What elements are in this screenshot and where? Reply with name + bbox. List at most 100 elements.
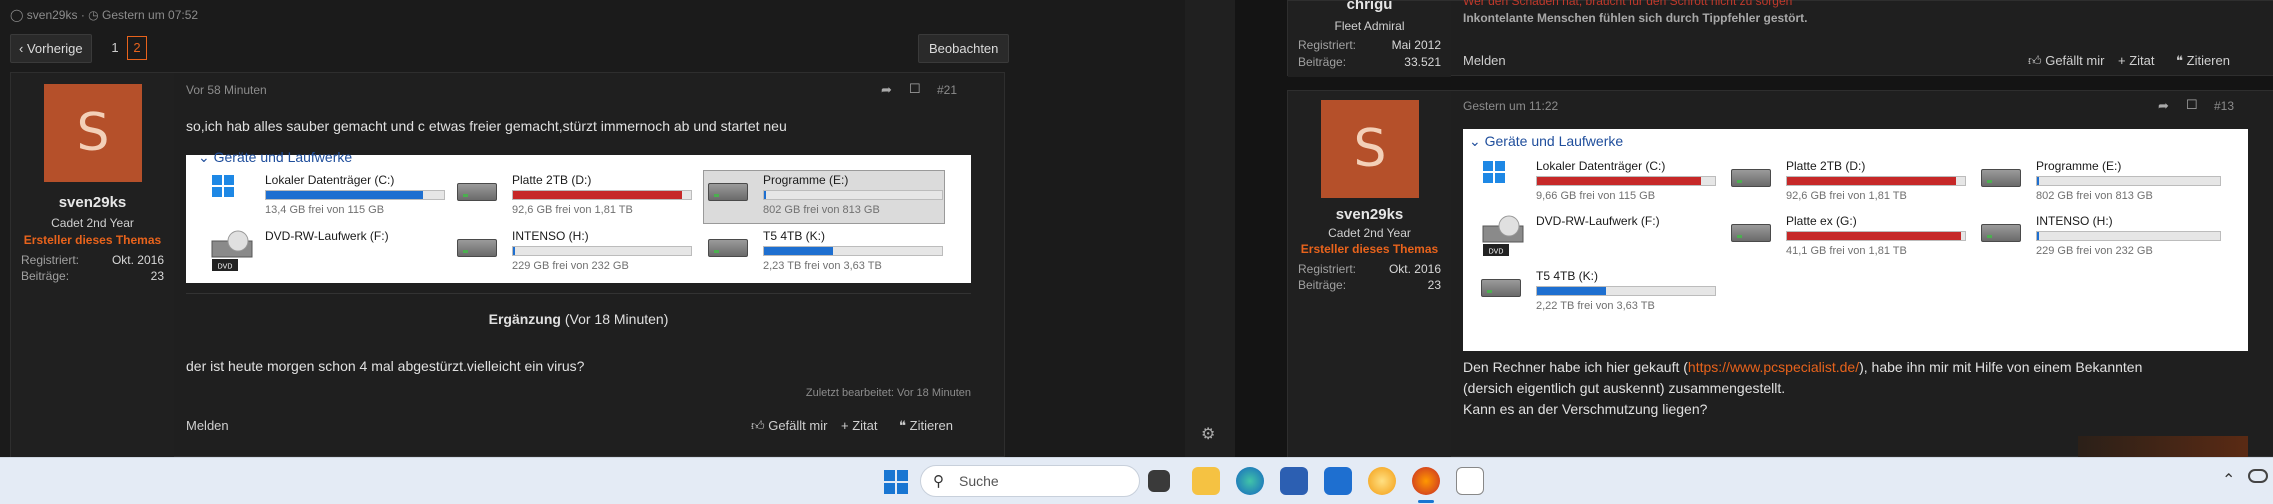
dvd-drive-icon: DVD [1482, 215, 1524, 256]
drive-k[interactable]: T5 4TB (K:) 2,22 TB frei von 3,63 TB [1481, 269, 1716, 313]
hard-drive-icon [1981, 169, 2021, 187]
avatar[interactable]: S [44, 84, 142, 182]
post-text-line-2: (dersich eigentlich gut auskennt) zusamm… [1463, 380, 1786, 396]
plus-icon: + [2118, 53, 2126, 68]
drive-d[interactable]: Platte 2TB (D:) 92,6 GB frei von 1,81 TB [457, 173, 697, 217]
drives-screenshot: ⌄ Geräte und Laufwerke Lokaler Datenträg… [186, 149, 971, 283]
pcspecialist-link[interactable]: https://www.pcspecialist.de/ [1688, 359, 1859, 375]
firefox-icon[interactable] [1412, 467, 1440, 495]
username[interactable]: sven29ks [1288, 206, 1451, 223]
share-icon[interactable]: ➦ [2158, 98, 2169, 114]
posts-stat: Beiträge: 23 [1298, 278, 1441, 292]
cloud-icon[interactable] [2248, 469, 2268, 483]
chevron-left-icon: ‹ [19, 41, 24, 56]
task-view-icon[interactable] [1148, 470, 1170, 492]
drives-header: ⌄ Geräte und Laufwerke [198, 149, 353, 165]
drive-k-usage-bar [764, 247, 834, 255]
drive-f[interactable]: DVD DVD-RW-Laufwerk (F:) [210, 229, 440, 273]
supplement-heading: Ergänzung (Vor 18 Minuten) [488, 311, 669, 327]
like-button-top[interactable]: 👍︎ Gefällt mir [2028, 53, 2104, 69]
like-button[interactable]: 👍︎ Gefällt mir [751, 418, 827, 434]
edge-browser-icon[interactable] [1236, 467, 1264, 495]
microsoft-store-icon[interactable] [1280, 467, 1308, 495]
file-explorer-icon[interactable] [1192, 467, 1220, 495]
share-icon[interactable]: ➦ [881, 82, 892, 98]
thread-meta: ◯ sven29ks · ◷ Gestern um 07:52 [10, 8, 199, 22]
post-21: S sven29ks Cadet 2nd Year Ersteller dies… [10, 72, 1005, 457]
thumbs-up-icon: 👍︎ [751, 418, 765, 433]
username-top[interactable]: chrigu [1288, 0, 1451, 13]
left-browser-window: ◯ sven29ks · ◷ Gestern um 07:52 ‹ Vorher… [0, 0, 1185, 457]
drive-k[interactable]: T5 4TB (K:) 2,23 TB frei von 3,63 TB [708, 229, 948, 273]
registered-stat-top: Registriert: Mai 2012 [1298, 38, 1441, 52]
chevron-down-icon: ⌄ [198, 149, 210, 165]
search-icon: ⚲ [933, 473, 944, 490]
user-icon: ◯ [10, 8, 24, 22]
clock-icon: ◷ [88, 8, 99, 22]
avatar[interactable]: S [1321, 100, 1419, 198]
bookmark-icon[interactable]: ☐ [909, 81, 921, 97]
solitaire-icon[interactable] [1456, 467, 1484, 495]
thread-author[interactable]: sven29ks [27, 8, 78, 22]
page-1-link[interactable]: 1 [106, 36, 124, 60]
thumbs-up-icon: 👍︎ [2028, 53, 2042, 68]
app-sun-icon[interactable] [1368, 467, 1396, 495]
chevron-up-icon[interactable]: ⌃ [2222, 470, 2235, 490]
post-text-line-1: Den Rechner habe ich hier gekauft (https… [1463, 359, 2143, 375]
drive-d[interactable]: Platte 2TB (D:) 92,6 GB frei von 1,81 TB [1731, 159, 1971, 203]
search-placeholder: Suche [959, 473, 999, 489]
quote-button[interactable]: + Zitat [841, 418, 878, 433]
user-info-panel: S sven29ks Cadet 2nd Year Ersteller dies… [1288, 91, 1451, 457]
post-number[interactable]: #21 [937, 83, 957, 97]
drive-e[interactable]: Programme (E:) 802 GB frei von 813 GB [1981, 159, 2226, 203]
drive-c[interactable]: Lokaler Datenträger (C:) 9,66 GB frei vo… [1481, 159, 1716, 203]
drive-e[interactable]: Programme (E:) 802 GB frei von 813 GB [708, 173, 948, 217]
drive-f[interactable]: DVD DVD-RW-Laufwerk (F:) [1481, 214, 1716, 258]
post-time[interactable]: Vor 58 Minuten [186, 83, 267, 97]
drive-c[interactable]: Lokaler Datenträger (C:) 13,4 GB frei vo… [210, 173, 445, 217]
user-rank: Cadet 2nd Year [51, 216, 134, 230]
active-app-indicator [1418, 500, 1434, 503]
page-2-current[interactable]: 2 [127, 36, 147, 60]
post-13: S sven29ks Cadet 2nd Year Ersteller dies… [1287, 90, 2273, 457]
attached-image-preview[interactable] [2078, 436, 2248, 457]
divider [186, 293, 971, 294]
hard-drive-icon [708, 239, 748, 257]
cite-button[interactable]: ❝ Zitieren [899, 418, 953, 434]
watch-button[interactable]: Beobachten [918, 34, 1010, 63]
svg-text:DVD: DVD [218, 264, 233, 271]
user-rank: Cadet 2nd Year [1328, 226, 1411, 240]
drive-h-usage-bar [2037, 232, 2039, 240]
drive-d-usage-bar [1787, 177, 1957, 185]
settings-gear-icon[interactable]: ⚙ [1201, 424, 1215, 444]
dvd-drive-icon: DVD [211, 230, 253, 271]
prev-page-button[interactable]: ‹ Vorherige [10, 34, 92, 63]
chevron-down-icon: ⌄ [1469, 133, 1481, 149]
drive-h[interactable]: INTENSO (H:) 229 GB frei von 232 GB [1981, 214, 2226, 258]
drive-h[interactable]: INTENSO (H:) 229 GB frei von 232 GB [457, 229, 697, 273]
taskbar-search[interactable]: ⚲ Suche [920, 465, 1140, 497]
post-number[interactable]: #13 [2214, 99, 2234, 113]
report-link-top[interactable]: Melden [1463, 53, 1506, 68]
report-link[interactable]: Melden [186, 418, 229, 433]
drive-c-usage-bar [1537, 177, 1701, 185]
supplement-text: der ist heute morgen schon 4 mal abgestü… [186, 358, 585, 374]
cite-button-top[interactable]: ❝ Zitieren [2176, 53, 2230, 69]
bookmark-icon[interactable]: ☐ [2186, 97, 2198, 113]
post-time[interactable]: Gestern um 11:22 [1463, 99, 1558, 113]
quote-button-top[interactable]: + Zitat [2118, 53, 2155, 68]
quote-icon: ❝ [2176, 53, 2183, 68]
signature-line-1: Wer den Schaden hat, braucht für den Sch… [1463, 0, 1793, 8]
plus-icon: + [841, 418, 849, 433]
hard-drive-icon [1481, 279, 1521, 297]
hard-drive-icon [1731, 169, 1771, 187]
post-text-line-3: Kann es an der Verschmutzung liegen? [1463, 401, 1708, 417]
drive-g[interactable]: Platte ex (G:) 41,1 GB frei von 1,81 TB [1731, 214, 1971, 258]
start-button[interactable] [884, 470, 908, 494]
drive-k-usage-bar [1537, 287, 1607, 295]
user-rank-top: Fleet Admiral [1334, 19, 1405, 33]
previous-post: chrigu Fleet Admiral Registriert: Mai 20… [1287, 0, 2273, 77]
drives-screenshot: ⌄ Geräte und Laufwerke Lokaler Datenträg… [1463, 129, 2248, 351]
outlook-icon[interactable] [1324, 467, 1352, 495]
username[interactable]: sven29ks [11, 194, 174, 211]
